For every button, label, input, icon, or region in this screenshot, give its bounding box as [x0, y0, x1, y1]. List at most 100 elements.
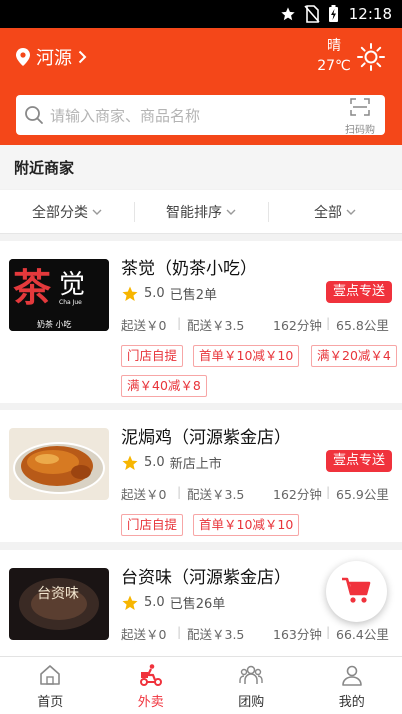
merchant-logo-image: 茶 觉 Cha Jue 奶茶 小吃	[9, 259, 109, 331]
merchant-logo-image: 台资味	[9, 568, 109, 640]
nav-group-buy[interactable]: 团购	[201, 657, 302, 714]
promo-tag: 首单￥10减￥10	[193, 514, 300, 536]
search-icon	[25, 106, 43, 124]
chevron-right-icon	[78, 50, 87, 64]
stats-divider: |	[326, 315, 331, 330]
merchant-stats: 起送￥0 | 配送￥3.5 162分钟 | 65.9公里	[121, 484, 393, 502]
promo-tag: 门店自提	[121, 514, 184, 536]
nav-home[interactable]: 首页	[0, 657, 101, 714]
star-icon	[122, 286, 138, 301]
filter-bar: 全部分类 智能排序 全部	[0, 190, 402, 234]
sales-count: 已售2单	[169, 288, 217, 303]
delivery-time: 162分钟	[273, 487, 322, 502]
chevron-down-icon	[226, 209, 236, 215]
merchant-rating: 5.0 新店上市	[121, 453, 222, 472]
logo-char-white: 觉	[59, 270, 85, 300]
city-name: 河源	[36, 48, 72, 69]
merchant-logo: 茶 觉 Cha Jue 奶茶 小吃	[9, 259, 109, 331]
shopping-cart-icon	[342, 577, 371, 603]
chevron-down-icon	[92, 209, 102, 215]
logo-char-red: 茶	[13, 265, 52, 310]
location-selector[interactable]: 河源	[16, 44, 87, 70]
floating-cart-button[interactable]	[326, 561, 387, 622]
delivery-fee: 配送￥3.5	[187, 318, 245, 333]
battery-charging-icon	[328, 5, 338, 22]
status-bar: 12:18	[0, 0, 402, 28]
logo-caption: 奶茶 小吃	[37, 319, 72, 329]
promo-tag: 门店自提	[121, 345, 184, 367]
home-icon	[40, 665, 61, 685]
merchant-rating: 5.0 已售2单	[121, 284, 217, 303]
rating-score: 5.0	[144, 595, 165, 610]
weather-temperature: 27℃	[317, 58, 351, 74]
section-title: 附近商家	[14, 159, 75, 177]
nav-label: 首页	[37, 695, 64, 710]
sales-count: 已售26单	[169, 597, 226, 612]
filter-label: 全部	[314, 204, 342, 221]
stats-divider: |	[326, 484, 331, 499]
bottom-nav: 首页 外卖 团购 我的	[0, 656, 402, 714]
filter-label: 全部分类	[32, 204, 88, 221]
distance: 66.4公里	[336, 627, 389, 642]
rating-score: 5.0	[144, 286, 165, 301]
group-buy-icon	[239, 665, 263, 684]
star-icon	[122, 595, 138, 610]
weather-condition: 晴	[327, 38, 341, 54]
merchant-stats: 起送￥0 | 配送￥3.5 163分钟 | 66.4公里	[121, 624, 393, 642]
delivery-badge: 壹点专送	[326, 281, 392, 303]
weather-info: 晴 27℃	[314, 36, 354, 76]
nav-label: 我的	[338, 695, 365, 710]
min-order: 起送￥0	[121, 627, 167, 642]
merchant-card[interactable]: 茶 觉 Cha Jue 奶茶 小吃 茶觉（奶茶小吃） 5.0 已售2单 壹点专送…	[0, 241, 402, 403]
filter-category[interactable]: 全部分类	[0, 190, 134, 233]
stats-divider: |	[177, 624, 182, 639]
scan-qr-icon	[350, 98, 370, 116]
scan-label: 扫码购	[345, 125, 375, 136]
min-order: 起送￥0	[121, 318, 167, 333]
nav-profile[interactable]: 我的	[302, 657, 402, 714]
star-status-icon	[281, 7, 295, 21]
merchant-rating: 5.0 已售26单	[121, 593, 225, 612]
filter-label: 智能排序	[166, 204, 222, 221]
logo-subtext: Cha Jue	[59, 299, 82, 306]
promo-tag: 满￥20减￥4	[311, 345, 397, 367]
merchant-name: 台资味（河源紫金店）	[121, 568, 291, 588]
delivery-fee: 配送￥3.5	[187, 487, 245, 502]
sales-count: 新店上市	[169, 457, 222, 472]
rating-score: 5.0	[144, 455, 165, 470]
profile-icon	[341, 665, 362, 686]
search-bar[interactable]: 请输入商家、商品名称 扫码购	[16, 95, 385, 136]
search-placeholder: 请输入商家、商品名称	[50, 107, 201, 125]
stats-divider: |	[177, 484, 182, 499]
stats-divider: |	[326, 624, 331, 639]
location-pin-icon	[16, 48, 30, 66]
header: 河源 晴 27℃ 请输入商家、商品名称 扫码购	[0, 28, 402, 145]
merchant-stats: 起送￥0 | 配送￥3.5 162分钟 | 65.8公里	[121, 315, 393, 333]
stats-divider: |	[177, 315, 182, 330]
delivery-fee: 配送￥3.5	[187, 627, 245, 642]
nav-label: 团购	[238, 695, 265, 710]
roast-chicken-image	[9, 428, 109, 500]
nav-delivery[interactable]: 外卖	[101, 657, 202, 714]
promo-tag: 首单￥10减￥10	[193, 345, 300, 367]
weather-sun-button[interactable]	[356, 42, 386, 72]
clock: 12:18	[348, 5, 392, 23]
merchant-logo: 台资味	[9, 568, 109, 640]
filter-all[interactable]: 全部	[268, 190, 402, 233]
logo-text: 台资味	[37, 586, 79, 602]
delivery-time: 163分钟	[273, 627, 322, 642]
merchant-name: 茶觉（奶茶小吃）	[121, 259, 257, 279]
scan-button[interactable]: 扫码购	[343, 98, 377, 136]
delivery-time: 162分钟	[273, 318, 322, 333]
no-sim-icon	[304, 5, 320, 23]
distance: 65.8公里	[336, 318, 389, 333]
promo-tag: 满￥40减￥8	[121, 375, 207, 397]
delivery-badge: 壹点专送	[326, 450, 392, 472]
nav-label: 外卖	[137, 695, 164, 710]
merchant-card[interactable]: 泥焗鸡（河源紫金店） 5.0 新店上市 壹点专送 起送￥0 | 配送￥3.5 1…	[0, 410, 402, 542]
sun-icon	[357, 43, 385, 71]
star-icon	[122, 455, 138, 470]
min-order: 起送￥0	[121, 487, 167, 502]
filter-sort[interactable]: 智能排序	[134, 190, 268, 233]
distance: 65.9公里	[336, 487, 389, 502]
